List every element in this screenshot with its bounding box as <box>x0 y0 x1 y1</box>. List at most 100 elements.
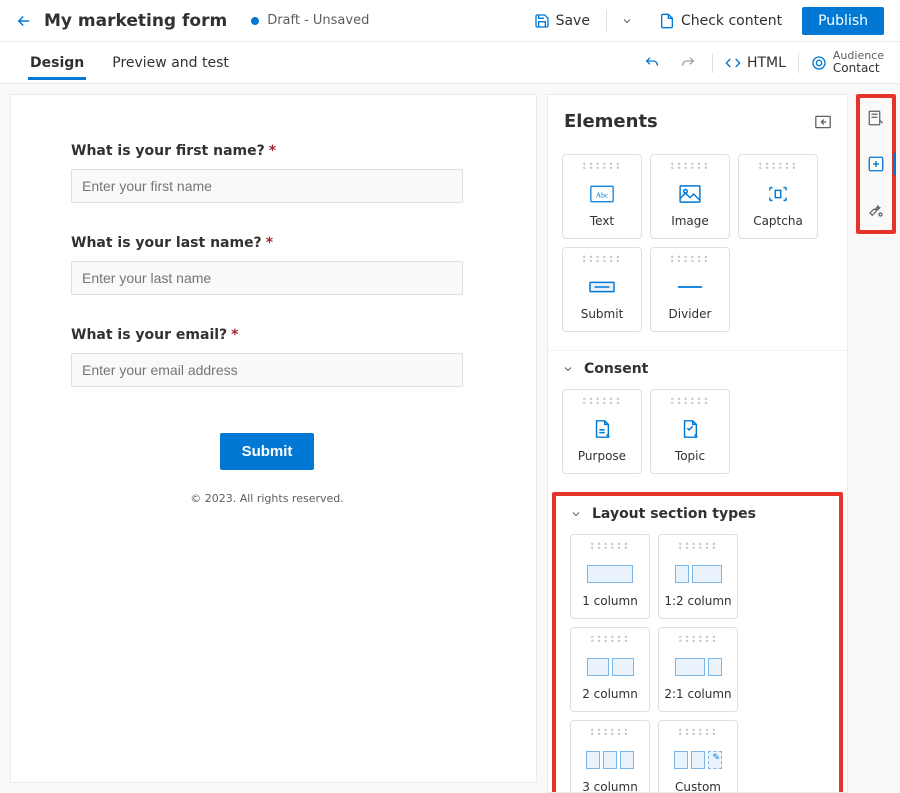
target-icon <box>811 55 827 71</box>
tile-label: 1:2 column <box>664 594 731 618</box>
code-icon <box>725 55 741 71</box>
top-bar: My marketing form Draft - Unsaved Save C… <box>0 0 900 42</box>
tile-label: Topic <box>675 449 705 473</box>
html-label: HTML <box>747 55 786 71</box>
rail-settings-button[interactable] <box>862 196 890 224</box>
layout-diagram <box>586 739 634 780</box>
save-dropdown[interactable] <box>615 9 639 33</box>
element-text[interactable]: •••••••••••• Abc Text <box>562 154 642 239</box>
publish-label: Publish <box>818 13 868 29</box>
tile-label: Submit <box>581 307 624 331</box>
field-label-firstname: What is your first name?* <box>71 143 463 159</box>
tile-label: 2 column <box>582 687 638 711</box>
tile-label: 3 column <box>582 780 638 793</box>
undo-button[interactable] <box>640 51 664 75</box>
element-divider[interactable]: •••••••••••• Divider <box>650 247 730 332</box>
tile-label: Divider <box>669 307 712 331</box>
page-title: My marketing form <box>44 11 227 31</box>
divider <box>798 53 799 73</box>
save-button[interactable]: Save <box>526 9 598 33</box>
layout-3-column[interactable]: •••••••••••• 3 column <box>570 720 650 793</box>
grip-icon: •••••••••••• <box>582 163 622 173</box>
layout-1-2-column[interactable]: •••••••••••• 1:2 column <box>658 534 738 619</box>
save-icon <box>534 13 550 29</box>
audience-labels: Audience Contact <box>833 50 884 75</box>
grip-icon: •••••••••••• <box>590 543 630 553</box>
status-text: Draft - Unsaved <box>267 13 369 28</box>
firstname-input[interactable] <box>71 169 463 203</box>
html-button[interactable]: HTML <box>725 55 786 71</box>
rail-highlight <box>856 94 896 234</box>
grip-icon: •••••••••••• <box>590 729 630 739</box>
layout-2-column[interactable]: •••••••••••• 2 column <box>570 627 650 712</box>
panel-expand-button[interactable] <box>815 115 831 129</box>
layout-title: Layout section types <box>592 506 756 522</box>
audience-selector[interactable]: Audience Contact <box>811 50 884 75</box>
layout-section-highlight: Layout section types •••••••••••• 1 colu… <box>552 492 843 793</box>
chevron-down-icon <box>621 15 633 27</box>
grip-icon: •••••••••••• <box>670 163 710 173</box>
divider <box>712 53 713 73</box>
layout-2-1-column[interactable]: •••••••••••• 2:1 column <box>658 627 738 712</box>
lastname-input[interactable] <box>71 261 463 295</box>
layout-1-column[interactable]: •••••••••••• 1 column <box>570 534 650 619</box>
submit-icon <box>589 266 615 307</box>
layout-diagram <box>675 553 722 594</box>
rail-elements-button[interactable] <box>862 150 890 178</box>
divider <box>606 10 607 32</box>
layout-diagram <box>675 646 722 687</box>
form-canvas[interactable]: What is your first name?* What is your l… <box>10 94 537 783</box>
redo-button[interactable] <box>676 51 700 75</box>
email-input[interactable] <box>71 353 463 387</box>
element-image[interactable]: •••••••••••• Image <box>650 154 730 239</box>
element-topic[interactable]: •••••••••••• Topic <box>650 389 730 474</box>
layout-section-header[interactable]: Layout section types <box>556 496 839 534</box>
tile-label: Text <box>590 214 614 238</box>
right-column: Elements •••••••••••• Abc Text •••••••••… <box>547 84 900 793</box>
check-label: Check content <box>681 13 782 29</box>
expand-in-icon <box>815 115 831 129</box>
element-purpose[interactable]: •••••••••••• Purpose <box>562 389 642 474</box>
grip-icon: •••••••••••• <box>678 543 718 553</box>
basic-tiles: •••••••••••• Abc Text •••••••••••• Image… <box>548 154 847 350</box>
tab-bar: Design Preview and test HTML Audience Co… <box>0 42 900 84</box>
check-content-button[interactable]: Check content <box>651 9 790 33</box>
tile-label: Captcha <box>753 214 803 238</box>
form-icon <box>867 109 885 127</box>
tab-design[interactable]: Design <box>28 46 86 80</box>
consent-section-header[interactable]: Consent <box>548 350 847 389</box>
layout-diagram <box>587 646 634 687</box>
status-indicator: Draft - Unsaved <box>251 13 369 28</box>
tile-label: Custom <box>675 780 721 793</box>
submit-wrap: Submit <box>71 433 463 470</box>
submit-button[interactable]: Submit <box>220 433 315 470</box>
form-inner: What is your first name?* What is your l… <box>71 143 463 505</box>
elements-panel: Elements •••••••••••• Abc Text •••••••••… <box>547 94 848 793</box>
element-captcha[interactable]: •••••••••••• Captcha <box>738 154 818 239</box>
rail-form-button[interactable] <box>862 104 890 132</box>
layout-tiles: •••••••••••• 1 column •••••••••••• 1:2 c… <box>556 534 839 793</box>
chevron-down-icon <box>562 363 574 375</box>
divider-icon <box>677 266 703 307</box>
back-button[interactable] <box>10 7 38 35</box>
grip-icon: •••••••••••• <box>582 256 622 266</box>
grip-icon: •••••••••••• <box>678 636 718 646</box>
element-submit[interactable]: •••••••••••• Submit <box>562 247 642 332</box>
panel-header: Elements <box>548 95 847 154</box>
text-icon: Abc <box>590 173 614 214</box>
form-footer: © 2023. All rights reserved. <box>71 492 463 505</box>
document-check-icon <box>659 13 675 29</box>
grip-icon: •••••••••••• <box>590 636 630 646</box>
grip-icon: •••••••••••• <box>670 256 710 266</box>
svg-text:Abc: Abc <box>596 190 609 199</box>
layout-custom[interactable]: •••••••••••• Custom <box>658 720 738 793</box>
publish-button[interactable]: Publish <box>802 7 884 35</box>
tile-label: Purpose <box>578 449 626 473</box>
save-label: Save <box>556 13 590 29</box>
tab-preview[interactable]: Preview and test <box>110 46 231 79</box>
undo-icon <box>644 55 660 71</box>
tile-label: Image <box>671 214 709 238</box>
panel-title: Elements <box>564 111 658 132</box>
grip-icon: •••••••••••• <box>678 729 718 739</box>
top-actions: Save Check content Publish <box>526 7 884 35</box>
